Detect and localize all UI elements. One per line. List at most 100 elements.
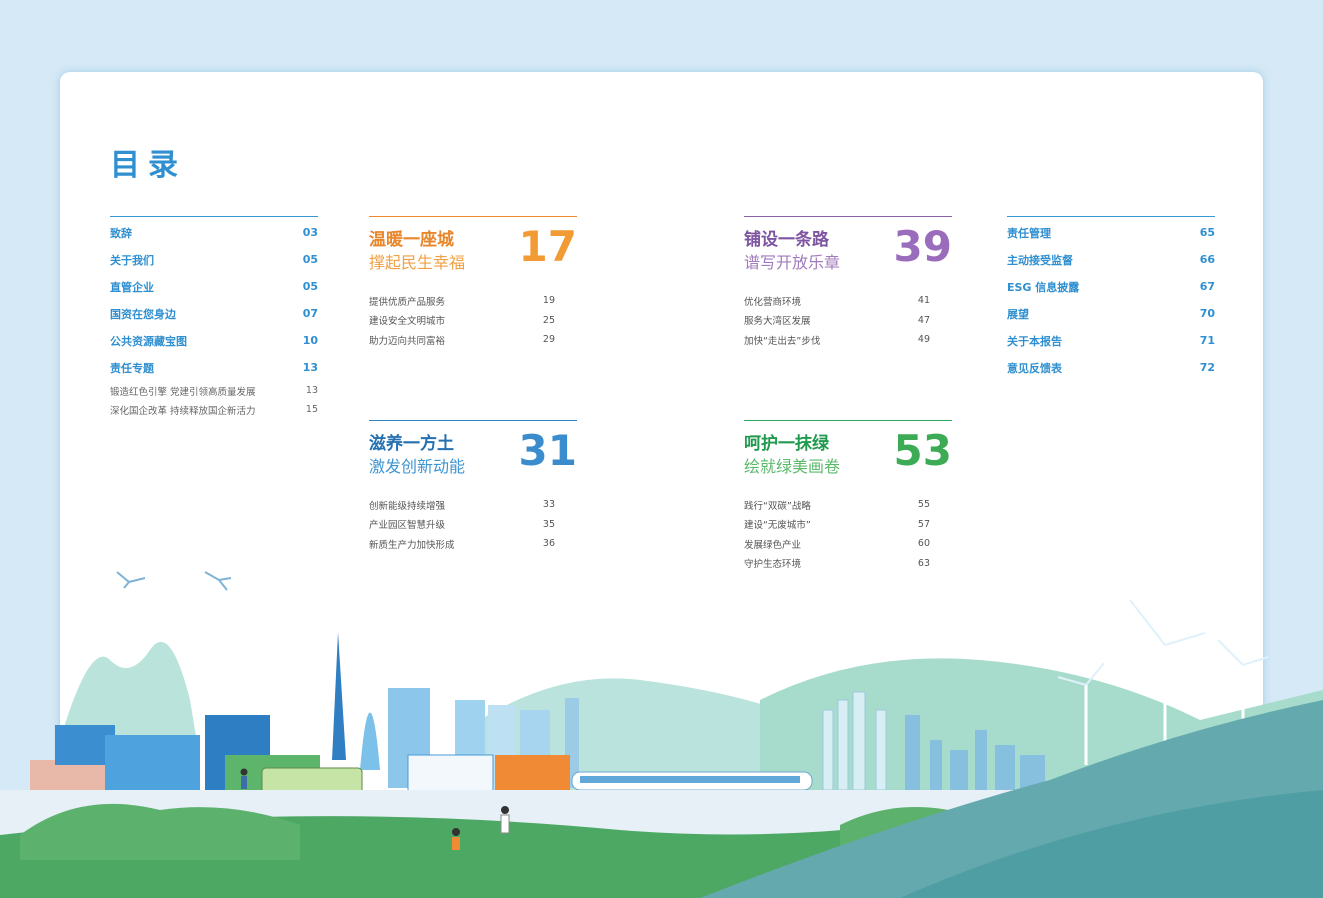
toc-entry[interactable]: 责任管理 65 [1007, 219, 1215, 246]
toc-page: 07 [302, 307, 318, 320]
item-label: 助力迈向共同富裕 [369, 335, 446, 347]
bird-icon [116, 571, 232, 591]
item-page: 35 [542, 518, 555, 530]
chapter-39[interactable]: 铺设一条路 谱写开放乐章 39 优化营商环境 41 服务大湾区发展 47 加快“走出… [744, 216, 952, 350]
toc-sub-page: 15 [305, 404, 318, 415]
toc-label: 关于我们 [110, 253, 154, 267]
chapter-item[interactable]: 加快“走出去”步伐 49 [744, 330, 930, 350]
toc-label: ESG 信息披露 [1007, 280, 1080, 294]
toc-page: 66 [1199, 253, 1215, 266]
item-label: 优化营商环境 [744, 296, 802, 308]
toc-sub-page: 13 [305, 385, 318, 396]
chapter-title: 滋养一方土 [369, 434, 454, 454]
chapter-header: 滋养一方土 激发创新动能 31 [369, 420, 577, 487]
chapter-item[interactable]: 建设“无废城市” 57 [744, 515, 930, 535]
item-page: 57 [917, 518, 930, 530]
chapter-item[interactable]: 新质生产力加快形成 36 [369, 534, 555, 554]
chapter-subtitle: 激发创新动能 [369, 457, 466, 476]
chapter-subtitle: 谱写开放乐章 [744, 253, 841, 272]
chapter-item[interactable]: 提供优质产品服务 19 [369, 291, 555, 311]
toc-sub-entry[interactable]: 锻造红色引擎 党建引领高质量发展 13 [110, 381, 318, 400]
toc-entry[interactable]: 展望 70 [1007, 300, 1215, 327]
item-label: 发展绿色产业 [744, 539, 802, 551]
toc-page: 67 [1199, 280, 1215, 293]
toc-label: 责任专题 [110, 361, 154, 375]
toc-sub-entry[interactable]: 深化国企改革 持续释放国企新活力 15 [110, 400, 318, 419]
toc-label: 关于本报告 [1007, 334, 1062, 348]
toc-entry[interactable]: 关于本报告 71 [1007, 327, 1215, 354]
item-label: 提供优质产品服务 [369, 296, 446, 308]
toc-sub-label: 锻造红色引擎 党建引领高质量发展 [110, 386, 256, 398]
toc-page: 13 [302, 361, 318, 374]
toc-entry[interactable]: ESG 信息披露 67 [1007, 273, 1215, 300]
chapter-53[interactable]: 呵护一抹绿 绘就绿美画卷 53 践行“双碳”战略 55 建设“无废城市” 57 发展… [744, 420, 952, 573]
chapter-17[interactable]: 温暖一座城 撑起民生幸福 17 提供优质产品服务 19 建设安全文明城市 25 助力… [369, 216, 577, 350]
toc-entry[interactable]: 关于我们 05 [110, 246, 318, 273]
chapter-item[interactable]: 服务大湾区发展 47 [744, 311, 930, 331]
toc-entry[interactable]: 意见反馈表 72 [1007, 354, 1215, 381]
toc-page: 05 [302, 253, 318, 266]
item-page: 36 [542, 538, 555, 550]
item-page: 33 [542, 499, 555, 511]
toc-entry[interactable]: 致辞 03 [110, 219, 318, 246]
chapter-header: 铺设一条路 谱写开放乐章 39 [744, 216, 952, 283]
chapter-item[interactable]: 创新能级持续增强 33 [369, 495, 555, 515]
chapter-31[interactable]: 滋养一方土 激发创新动能 31 创新能级持续增强 33 产业园区智慧升级 35 新质… [369, 420, 577, 554]
chapter-title: 温暖一座城 [369, 230, 454, 250]
item-label: 践行“双碳”战略 [744, 500, 811, 512]
toc-label: 直管企业 [110, 280, 154, 294]
chapter-number: 39 [893, 222, 952, 271]
chapter-title: 呵护一抹绿 [744, 434, 829, 454]
item-page: 60 [917, 538, 930, 550]
chapter-item[interactable]: 产业园区智慧升级 35 [369, 515, 555, 535]
item-label: 新质生产力加快形成 [369, 539, 455, 551]
toc-page: 05 [302, 280, 318, 293]
city-landscape-illustration [0, 571, 1323, 898]
toc-entry[interactable]: 公共资源藏宝图 10 [110, 327, 318, 354]
chapter-number: 53 [893, 426, 952, 475]
toc-label: 展望 [1007, 307, 1029, 321]
item-page: 49 [917, 334, 930, 346]
chapter-items: 提供优质产品服务 19 建设安全文明城市 25 助力迈向共同富裕 29 [369, 291, 577, 350]
chapter-items: 优化营商环境 41 服务大湾区发展 47 加快“走出去”步伐 49 [744, 291, 952, 350]
item-label: 加快“走出去”步伐 [744, 335, 821, 347]
toc-page: 71 [1199, 334, 1215, 347]
chapter-subtitle: 绘就绿美画卷 [744, 457, 841, 476]
toc-page: 10 [302, 334, 318, 347]
chapter-header: 呵护一抹绿 绘就绿美画卷 53 [744, 420, 952, 487]
chapter-item[interactable]: 践行“双碳”战略 55 [744, 495, 930, 515]
toc-entry[interactable]: 主动接受监督 66 [1007, 246, 1215, 273]
item-label: 产业园区智慧升级 [369, 520, 446, 532]
chapter-title: 铺设一条路 [744, 230, 829, 250]
left-toc: 致辞 03 关于我们 05 直管企业 05 国资在您身边 07 公共资源藏宝图 10 责任… [110, 216, 318, 419]
chapter-item[interactable]: 发展绿色产业 60 [744, 534, 930, 554]
item-label: 建设“无废城市” [744, 520, 811, 532]
toc-label: 责任管理 [1007, 226, 1051, 240]
item-label: 服务大湾区发展 [744, 316, 811, 328]
toc-page: 03 [302, 226, 318, 239]
toc-entry[interactable]: 国资在您身边 07 [110, 300, 318, 327]
item-page: 19 [542, 295, 555, 307]
chapter-header: 温暖一座城 撑起民生幸福 17 [369, 216, 577, 283]
toc-label: 致辞 [110, 226, 132, 240]
item-page: 29 [542, 334, 555, 346]
toc-label: 主动接受监督 [1007, 253, 1073, 267]
toc-page: 70 [1199, 307, 1215, 320]
toc-entry[interactable]: 责任专题 13 [110, 354, 318, 381]
item-page: 55 [917, 499, 930, 511]
toc-page: 65 [1199, 226, 1215, 239]
chapter-item[interactable]: 助力迈向共同富裕 29 [369, 330, 555, 350]
chapter-number: 17 [518, 222, 577, 271]
item-label: 创新能级持续增强 [369, 500, 446, 512]
chapter-item[interactable]: 优化营商环境 41 [744, 291, 930, 311]
right-toc: 责任管理 65 主动接受监督 66 ESG 信息披露 67 展望 70 关于本报告 71 … [1007, 216, 1215, 381]
chapter-item[interactable]: 建设安全文明城市 25 [369, 311, 555, 331]
toc-label: 国资在您身边 [110, 307, 176, 321]
chapter-items: 创新能级持续增强 33 产业园区智慧升级 35 新质生产力加快形成 36 [369, 495, 577, 554]
toc-sub-label: 深化国企改革 持续释放国企新活力 [110, 405, 256, 417]
toc-entry[interactable]: 直管企业 05 [110, 273, 318, 300]
toc-page: 72 [1199, 361, 1215, 374]
toc-label: 公共资源藏宝图 [110, 334, 187, 348]
toc-label: 意见反馈表 [1007, 361, 1062, 375]
item-page: 25 [542, 314, 555, 326]
